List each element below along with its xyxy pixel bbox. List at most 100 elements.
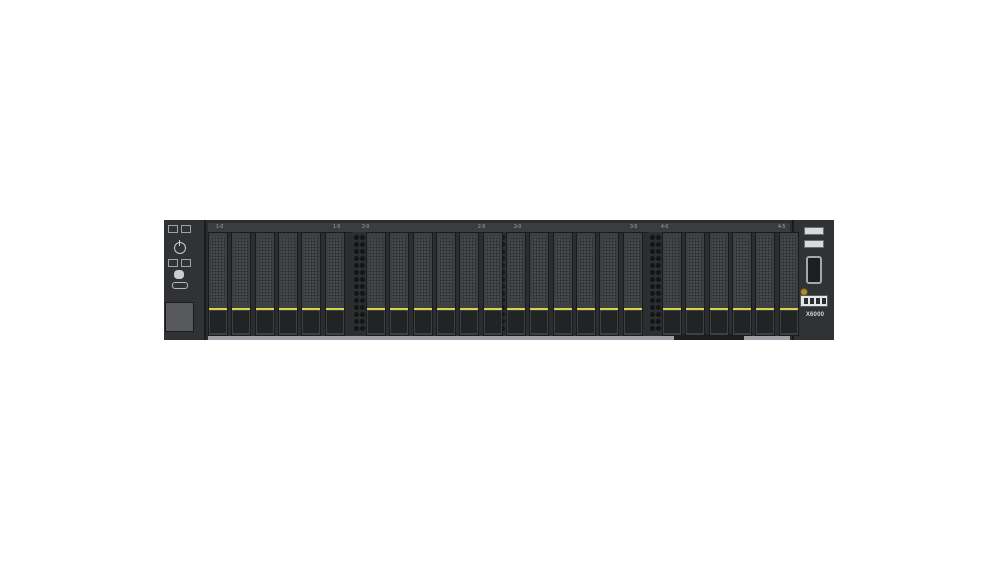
drive-handle[interactable]: [437, 311, 454, 333]
drive-handle[interactable]: [508, 311, 524, 333]
drive-handle[interactable]: [279, 311, 296, 333]
drive-handle[interactable]: [368, 311, 384, 333]
drive-handle[interactable]: [233, 311, 250, 333]
vent-hole: [655, 312, 661, 317]
drive-handle[interactable]: [710, 311, 727, 333]
drive-handle[interactable]: [577, 311, 594, 333]
vent-hole: [353, 242, 359, 247]
front-button[interactable]: [181, 225, 191, 233]
vent-hole: [649, 270, 655, 275]
drive-bay[interactable]: [301, 232, 322, 336]
power-icon[interactable]: [174, 240, 186, 254]
drive-mesh: [781, 237, 796, 303]
drive-mesh: [758, 237, 773, 303]
drive-mesh: [327, 237, 342, 303]
vent-hole: [353, 277, 359, 282]
drive-handle[interactable]: [210, 311, 226, 333]
drive-bay[interactable]: [324, 232, 345, 336]
drive-handle[interactable]: [733, 311, 750, 333]
drive-status-stripe: [436, 308, 455, 310]
drive-mesh: [578, 237, 593, 303]
drive-status-stripe: [756, 308, 775, 310]
drive-bay[interactable]: [231, 232, 252, 336]
vent-hole: [649, 256, 655, 261]
drive-bay[interactable]: [254, 232, 275, 336]
vent-hole: [649, 319, 655, 324]
drive-status-stripe: [576, 308, 595, 310]
drive-bay[interactable]: [599, 232, 620, 336]
drive-handle[interactable]: [531, 311, 548, 333]
drive-handle[interactable]: [414, 311, 431, 333]
front-button[interactable]: [168, 225, 178, 233]
vent-hole: [655, 305, 661, 310]
drive-mesh: [532, 237, 547, 303]
front-button[interactable]: [181, 259, 191, 267]
drive-mesh: [462, 237, 477, 303]
slot-label: 4-0: [661, 224, 669, 230]
vent-hole: [649, 263, 655, 268]
drive-mesh: [211, 237, 225, 303]
drive-bay[interactable]: [482, 232, 503, 336]
vent-hole: [655, 249, 661, 254]
drive-handle[interactable]: [256, 311, 273, 333]
drive-handle[interactable]: [326, 311, 343, 333]
drive-bay[interactable]: [277, 232, 298, 336]
drive-bay[interactable]: [506, 232, 526, 336]
uid-icon[interactable]: [174, 270, 184, 279]
drive-handle[interactable]: [780, 311, 797, 333]
vent-hole: [655, 270, 661, 275]
vent-hole: [353, 263, 359, 268]
drive-handle[interactable]: [687, 311, 704, 333]
drive-status-stripe: [483, 308, 502, 310]
slot-label: 2-0: [362, 224, 370, 230]
drive-mesh: [602, 237, 617, 303]
drive-bay[interactable]: [708, 232, 729, 336]
vent-hole: [649, 242, 655, 247]
slot-label: 2-5: [478, 224, 486, 230]
drive-bay[interactable]: [778, 232, 799, 336]
drive-handle[interactable]: [624, 311, 641, 333]
drive-status-stripe: [600, 308, 619, 310]
drive-bay[interactable]: [529, 232, 550, 336]
vent-hole: [655, 291, 661, 296]
drive-handle[interactable]: [484, 311, 501, 333]
drive-handle[interactable]: [664, 311, 680, 333]
usb-port[interactable]: [804, 227, 824, 235]
drive-status-stripe: [367, 308, 385, 310]
vent-hole: [353, 249, 359, 254]
dip-switch[interactable]: [800, 295, 828, 307]
drive-status-stripe: [460, 308, 479, 310]
drive-handle[interactable]: [461, 311, 478, 333]
drive-status-stripe: [232, 308, 251, 310]
drive-mesh: [234, 237, 249, 303]
drive-bay[interactable]: [662, 232, 682, 336]
drive-status-stripe: [663, 308, 681, 310]
drive-bay[interactable]: [412, 232, 433, 336]
drive-bay[interactable]: [575, 232, 596, 336]
drive-handle[interactable]: [391, 311, 408, 333]
drive-bay[interactable]: [459, 232, 480, 336]
drive-bay[interactable]: [389, 232, 410, 336]
usb-port[interactable]: [804, 240, 824, 248]
vent-hole: [655, 298, 661, 303]
drive-bay[interactable]: [685, 232, 706, 336]
pull-tag[interactable]: [172, 282, 188, 289]
drive-mesh: [369, 237, 383, 303]
drive-bay[interactable]: [435, 232, 456, 336]
drive-bay[interactable]: [755, 232, 776, 336]
drive-status-stripe: [530, 308, 549, 310]
drive-handle[interactable]: [303, 311, 320, 333]
drive-handle[interactable]: [601, 311, 618, 333]
vent-hole: [655, 326, 661, 331]
drive-bay[interactable]: [622, 232, 643, 336]
vent-hole: [353, 284, 359, 289]
drive-handle[interactable]: [757, 311, 774, 333]
front-button[interactable]: [168, 259, 178, 267]
vent-hole: [359, 270, 365, 275]
drive-bay[interactable]: [366, 232, 386, 336]
drive-bay[interactable]: [552, 232, 573, 336]
drive-bay[interactable]: [731, 232, 752, 336]
drive-handle[interactable]: [554, 311, 571, 333]
drive-bay[interactable]: [208, 232, 228, 336]
vga-port[interactable]: [806, 256, 822, 284]
